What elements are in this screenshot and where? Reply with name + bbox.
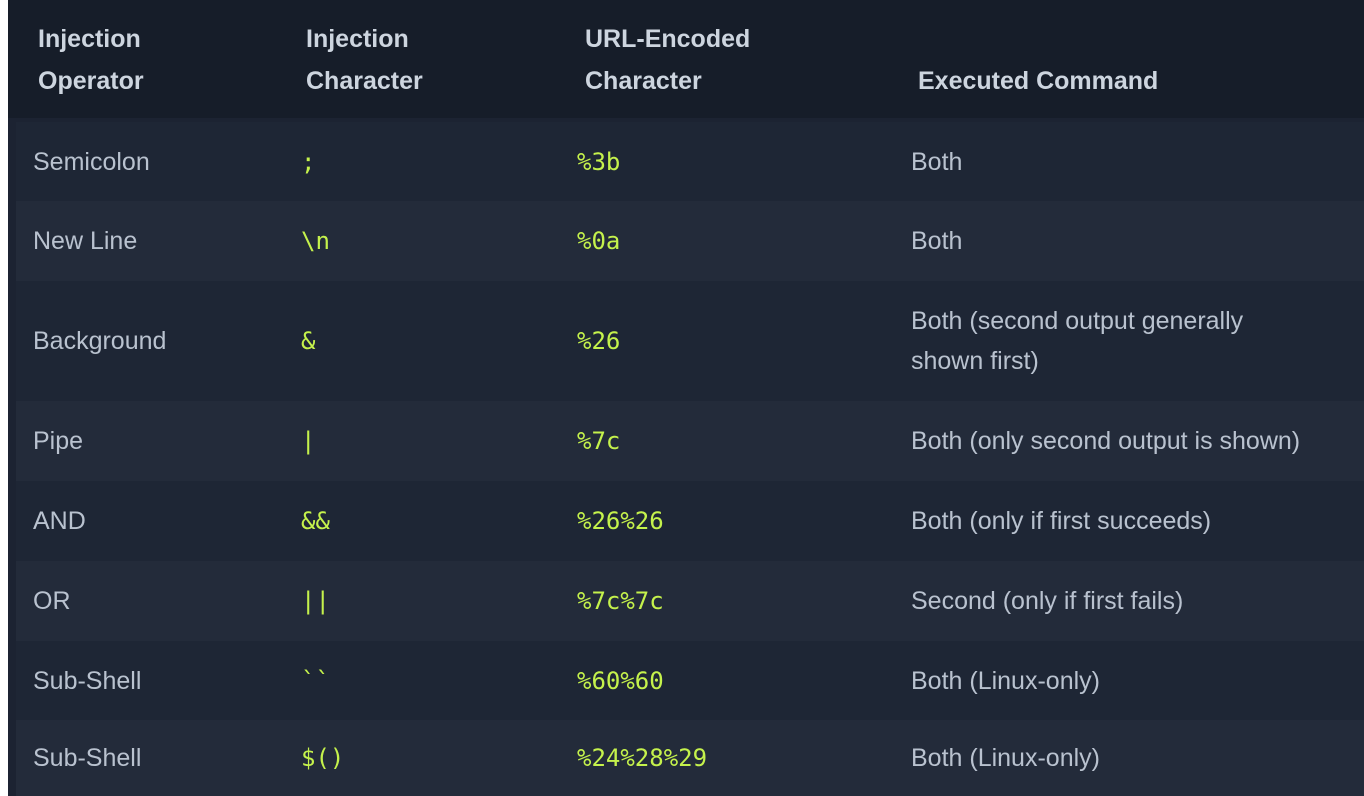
injection-character-cell: $(): [301, 744, 345, 772]
operator-cell: Sub-Shell: [33, 666, 142, 695]
injection-character-cell: |: [301, 427, 316, 455]
table-row: Pipe | %7c Both (only second output is show…: [16, 401, 1364, 481]
url-encoded-cell: %3b: [577, 147, 621, 176]
operator-cell: OR: [33, 587, 71, 615]
table-row: Sub-Shell $() %24%28%29 Both (Linux-only): [16, 720, 1364, 796]
injection-character-cell: &&: [301, 507, 330, 535]
executed-command-cell: Both (Linux-only): [911, 666, 1100, 695]
url-encoded-cell: %26%26: [577, 507, 664, 535]
operator-cell: Sub-Shell: [33, 744, 142, 772]
header-injection-operator: Injection Operator: [38, 25, 144, 95]
header-executed-command: Executed Command: [918, 67, 1159, 95]
url-encoded-cell: %7c%7c: [577, 587, 664, 615]
operator-cell: AND: [33, 507, 86, 535]
url-encoded-cell: %60%60: [577, 666, 664, 695]
table-row: Background & %26 Both (second output genera…: [16, 281, 1364, 401]
url-encoded-cell: %24%28%29: [577, 744, 708, 772]
executed-command-cell: Both (only if first succeeds): [911, 507, 1212, 535]
injection-character-cell: ||: [301, 587, 330, 615]
injection-character-cell: \n: [301, 227, 330, 255]
injection-character-cell: ;: [301, 147, 316, 176]
operator-cell: Background: [33, 327, 167, 355]
injection-character-cell: &: [301, 327, 316, 355]
url-encoded-cell: %0a: [577, 227, 621, 255]
table-row: New Line \n %0a Both: [16, 201, 1364, 281]
table-row: AND && %26%26 Both (only if first succeeds): [16, 481, 1364, 561]
executed-command-cell: Both (second output generally shown firs…: [911, 307, 1244, 375]
header-injection-character: Injection Character: [306, 25, 423, 95]
injection-character-cell: ``: [301, 666, 330, 695]
table-header: Injection Operator Injection Character U…: [8, 0, 1364, 118]
operator-cell: Pipe: [33, 427, 84, 455]
executed-command-cell: Both: [911, 227, 963, 255]
executed-command-cell: Both (Linux-only): [911, 744, 1100, 772]
executed-command-cell: Second (only if first fails): [911, 587, 1184, 615]
table-row: Sub-Shell `` %60%60 Both (Linux-only): [16, 641, 1364, 720]
operator-cell: New Line: [33, 227, 138, 255]
header-url-encoded-character: URL-Encoded Character: [585, 25, 751, 95]
table-row: Semicolon; %3b Both: [16, 122, 1364, 201]
operator-cell: Semicolon: [33, 147, 150, 176]
injection-operators-table: Injection Operator Injection Character U…: [8, 0, 1364, 796]
url-encoded-cell: %7c: [577, 427, 621, 455]
executed-command-cell: Both (only second output is shown): [911, 427, 1301, 455]
url-encoded-cell: %26: [577, 327, 621, 355]
executed-command-cell: Both: [911, 147, 963, 176]
table-row: OR || %7c%7c Second (only if first fails): [16, 561, 1364, 641]
